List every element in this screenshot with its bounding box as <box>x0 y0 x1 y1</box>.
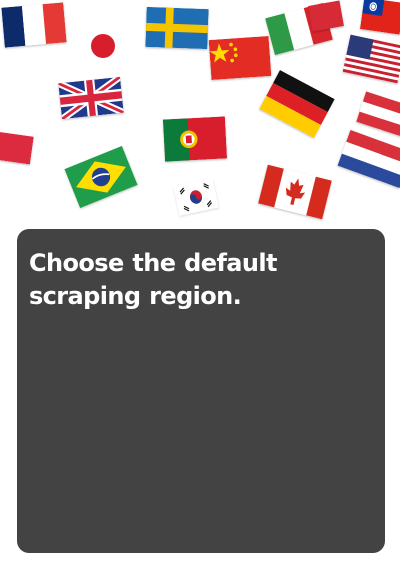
sweden-flag <box>145 6 209 50</box>
japan-flag <box>90 33 116 59</box>
china-flag <box>208 35 272 81</box>
region-prompt-panel: Choose the default scraping region. <box>17 229 385 553</box>
germany-flag <box>259 70 335 138</box>
usa-flag <box>342 34 400 84</box>
poland-flag <box>0 131 34 165</box>
brazil-flag <box>64 145 138 209</box>
red-white-flag <box>307 0 345 32</box>
south-korea-flag <box>173 178 219 216</box>
united-kingdom-flag <box>58 76 124 120</box>
flags-banner <box>0 0 400 225</box>
netherlands-flag <box>337 129 400 189</box>
canada-flag <box>258 164 332 220</box>
portugal-flag <box>162 116 228 162</box>
france-flag <box>1 2 67 48</box>
region-prompt-text: Choose the default scraping region. <box>29 249 277 310</box>
taiwan-flag <box>359 0 400 35</box>
austria-flag <box>356 91 400 137</box>
region-selection-screen: Choose the default scraping region. <box>0 0 400 580</box>
